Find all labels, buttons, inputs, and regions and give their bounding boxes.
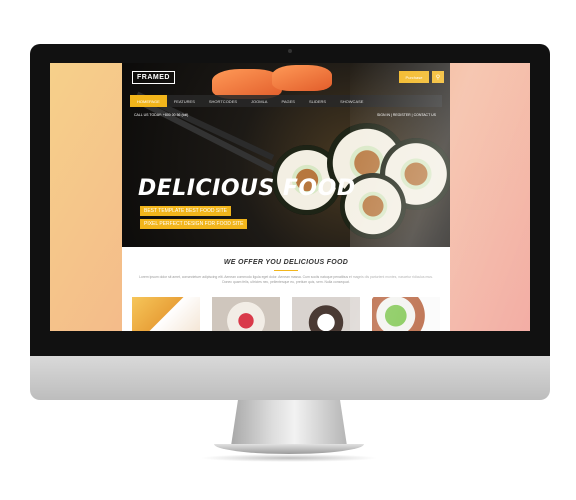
divider <box>274 270 298 271</box>
nav-item-showcase[interactable]: SHOWCASE <box>333 95 370 107</box>
monitor-screen: FRAMED Purchase ⚲ HOMEPAGE FEATURES SHOR… <box>50 63 530 331</box>
nav-item-sliders[interactable]: SLIDERS <box>302 95 333 107</box>
food-thumbnail[interactable] <box>292 297 360 331</box>
hero-tag-2: PIXEL PERFECT DESIGN FOR FOOD SITE <box>140 219 248 229</box>
monitor-stand <box>231 400 347 446</box>
purchase-button[interactable]: Purchase <box>399 71 429 83</box>
food-thumbnail[interactable] <box>132 297 200 331</box>
camera-icon <box>288 49 292 53</box>
hero-title: DELICIOUS FOOD <box>138 176 356 201</box>
salmon-image <box>272 65 332 91</box>
account-links[interactable]: SIGN IN | REGISTER | CONTACT US <box>377 113 436 117</box>
stand-shadow <box>200 454 378 462</box>
hero-tag-1: BEST TEMPLATE BEST FOOD SITE <box>140 206 231 216</box>
site-logo[interactable]: FRAMED <box>132 71 175 84</box>
hero-banner: FRAMED Purchase ⚲ HOMEPAGE FEATURES SHOR… <box>122 63 450 247</box>
nav-item-pages[interactable]: PAGES <box>274 95 302 107</box>
food-thumbnail[interactable] <box>212 297 280 331</box>
monitor-base <box>214 444 364 454</box>
nav-item-joomla[interactable]: JOOMLA <box>244 95 274 107</box>
section-title: WE OFFER YOU DELICIOUS FOOD <box>223 259 349 266</box>
call-us-text: CALL US TODAY: +800 00 56 (toll) <box>134 113 189 117</box>
monitor-chin <box>30 356 550 400</box>
nav-item-features[interactable]: FEATURES <box>167 95 202 107</box>
search-icon[interactable]: ⚲ <box>432 71 444 83</box>
nav-item-homepage[interactable]: HOMEPAGE <box>130 95 167 107</box>
nav-item-shortcodes[interactable]: SHORTCODES <box>202 95 244 107</box>
website-preview: FRAMED Purchase ⚲ HOMEPAGE FEATURES SHOR… <box>122 63 450 331</box>
main-nav: HOMEPAGE FEATURES SHORTCODES JOOMLA PAGE… <box>130 95 442 107</box>
section-text: Lorem ipsum dolor sit amet, consectetuer… <box>139 275 433 284</box>
food-thumbnail[interactable] <box>372 297 440 331</box>
